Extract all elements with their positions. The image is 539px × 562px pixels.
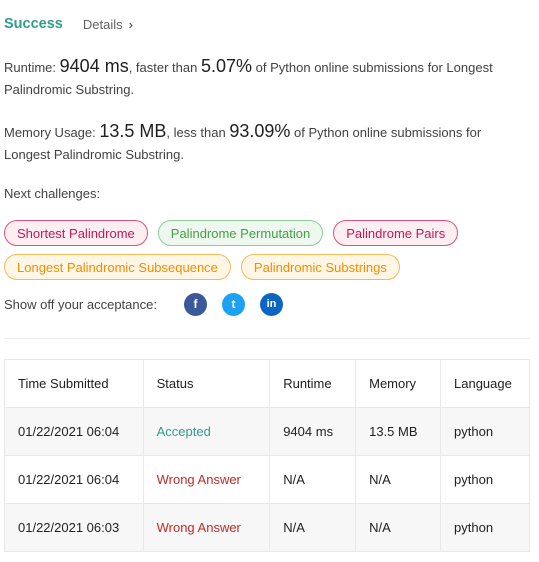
result-header: Success Details › — [4, 14, 133, 34]
share-section: Show off your acceptance: f t in — [4, 292, 283, 316]
section-divider — [4, 338, 530, 339]
memory-comparison: , less than — [166, 125, 226, 140]
details-label: Details — [82, 16, 123, 32]
table-row[interactable]: 01/22/2021 06:04 Wrong Answer N/A N/A py… — [4, 455, 530, 504]
memory-label: Memory Usage: — [4, 125, 96, 140]
cell-runtime: 9404 ms — [269, 407, 357, 456]
table-row[interactable]: 01/22/2021 06:03 Wrong Answer N/A N/A py… — [4, 503, 530, 552]
memory-percent: 93.09% — [229, 121, 291, 141]
cell-runtime: N/A — [269, 503, 357, 552]
table-header-row: Time Submitted Status Runtime Memory Lan… — [4, 359, 530, 408]
challenge-chip-palindrome-permutation[interactable]: Palindrome Permutation — [157, 220, 324, 246]
next-challenges-label: Next challenges: — [4, 186, 101, 201]
column-header-time: Time Submitted — [4, 359, 144, 408]
cell-time: 01/22/2021 06:04 — [4, 455, 144, 504]
challenge-chip-longest-palindromic-subsequence[interactable]: Longest Palindromic Subsequence — [4, 254, 231, 280]
cell-language: python — [440, 407, 530, 456]
cell-language: python — [440, 455, 530, 504]
runtime-stat: Runtime: 9404 ms, faster than 5.07% of P… — [4, 55, 524, 101]
cell-memory: N/A — [355, 503, 442, 552]
cell-time: 01/22/2021 06:04 — [4, 407, 144, 456]
challenge-chip-shortest-palindrome[interactable]: Shortest Palindrome — [4, 220, 148, 246]
column-header-status: Status — [142, 359, 271, 408]
column-header-memory: Memory — [355, 359, 442, 408]
cell-memory: 13.5 MB — [355, 407, 442, 456]
chevron-right-icon: › — [128, 16, 133, 32]
runtime-percent: 5.07% — [200, 56, 253, 76]
runtime-value: 9404 ms — [59, 56, 129, 76]
twitter-icon[interactable]: t — [221, 292, 245, 316]
facebook-icon[interactable]: f — [183, 292, 207, 316]
challenge-chip-palindrome-pairs[interactable]: Palindrome Pairs — [333, 220, 459, 246]
cell-runtime: N/A — [269, 455, 357, 504]
runtime-comparison: , faster than — [128, 60, 198, 75]
cell-language: python — [440, 503, 530, 552]
column-header-runtime: Runtime — [269, 359, 357, 408]
memory-value: 13.5 MB — [99, 121, 167, 141]
cell-memory: N/A — [355, 455, 442, 504]
social-share-buttons: f t in — [183, 292, 283, 316]
challenge-row-1: Shortest Palindrome Palindrome Permutati… — [4, 220, 534, 246]
details-link[interactable]: Details › — [83, 17, 133, 32]
next-challenges-list: Shortest Palindrome Palindrome Permutati… — [4, 220, 534, 288]
cell-status-link[interactable]: Wrong Answer — [142, 455, 271, 504]
cell-time: 01/22/2021 06:03 — [4, 503, 144, 552]
challenge-row-2: Longest Palindromic Subsequence Palindro… — [4, 254, 534, 280]
table-row[interactable]: 01/22/2021 06:04 Accepted 9404 ms 13.5 M… — [4, 407, 530, 456]
memory-stat: Memory Usage: 13.5 MB, less than 93.09% … — [4, 120, 524, 166]
cell-status-link[interactable]: Wrong Answer — [142, 503, 271, 552]
linkedin-icon[interactable]: in — [259, 292, 283, 316]
challenge-chip-palindromic-substrings[interactable]: Palindromic Substrings — [240, 254, 400, 280]
result-status-label: Success — [4, 16, 63, 32]
submissions-table: Time Submitted Status Runtime Memory Lan… — [4, 359, 530, 552]
runtime-label: Runtime: — [4, 60, 57, 75]
share-label: Show off your acceptance: — [4, 296, 157, 312]
column-header-language: Language — [440, 359, 530, 408]
cell-status-link[interactable]: Accepted — [142, 407, 271, 456]
